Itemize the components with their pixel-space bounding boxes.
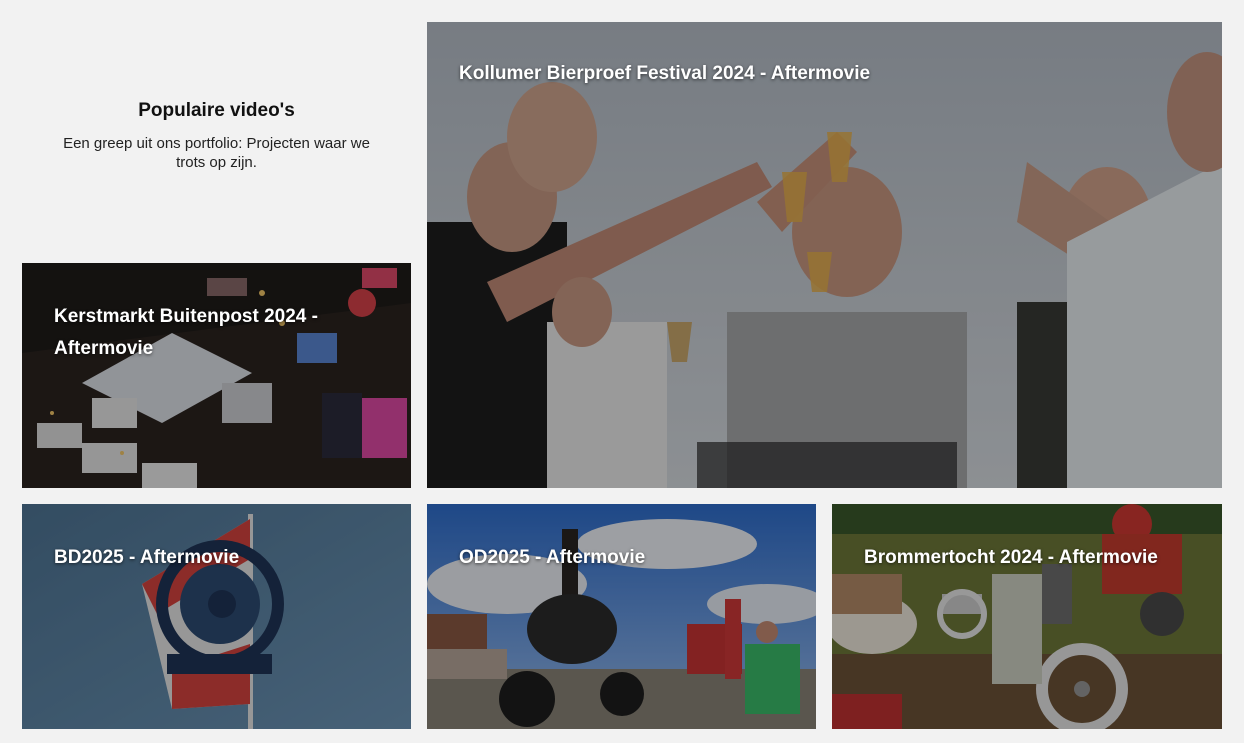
thumbnail-overlay bbox=[22, 504, 411, 729]
video-card-bd2025[interactable]: BD2025 - Aftermovie bbox=[22, 504, 411, 729]
thumbnail-overlay bbox=[427, 22, 1222, 488]
intro-block: Populaire video's Een greep uit ons port… bbox=[22, 22, 411, 247]
video-title: BD2025 - Aftermovie bbox=[54, 547, 240, 568]
video-card-kerstmarkt[interactable]: Kerstmarkt Buitenpost 2024 - Aftermovie bbox=[22, 263, 411, 488]
video-title: Kerstmarkt Buitenpost 2024 - Aftermovie bbox=[54, 306, 318, 359]
section-heading: Populaire video's bbox=[138, 100, 295, 121]
section-description: Een greep uit ons portfolio: Projecten w… bbox=[63, 135, 370, 171]
thumbnail-overlay bbox=[427, 504, 816, 729]
video-card-kollumer-bierproef[interactable]: Kollumer Bierproef Festival 2024 - After… bbox=[427, 22, 1222, 488]
thumbnail-overlay bbox=[832, 504, 1222, 729]
video-card-od2025[interactable]: OD2025 - Aftermovie bbox=[427, 504, 816, 729]
video-title: OD2025 - Aftermovie bbox=[459, 547, 646, 568]
video-title: Brommertocht 2024 - Aftermovie bbox=[864, 547, 1158, 568]
video-card-brommertocht[interactable]: Brommertocht 2024 - Aftermovie bbox=[832, 504, 1222, 729]
thumbnail-overlay bbox=[22, 263, 411, 488]
video-title: Kollumer Bierproef Festival 2024 - After… bbox=[459, 63, 871, 84]
